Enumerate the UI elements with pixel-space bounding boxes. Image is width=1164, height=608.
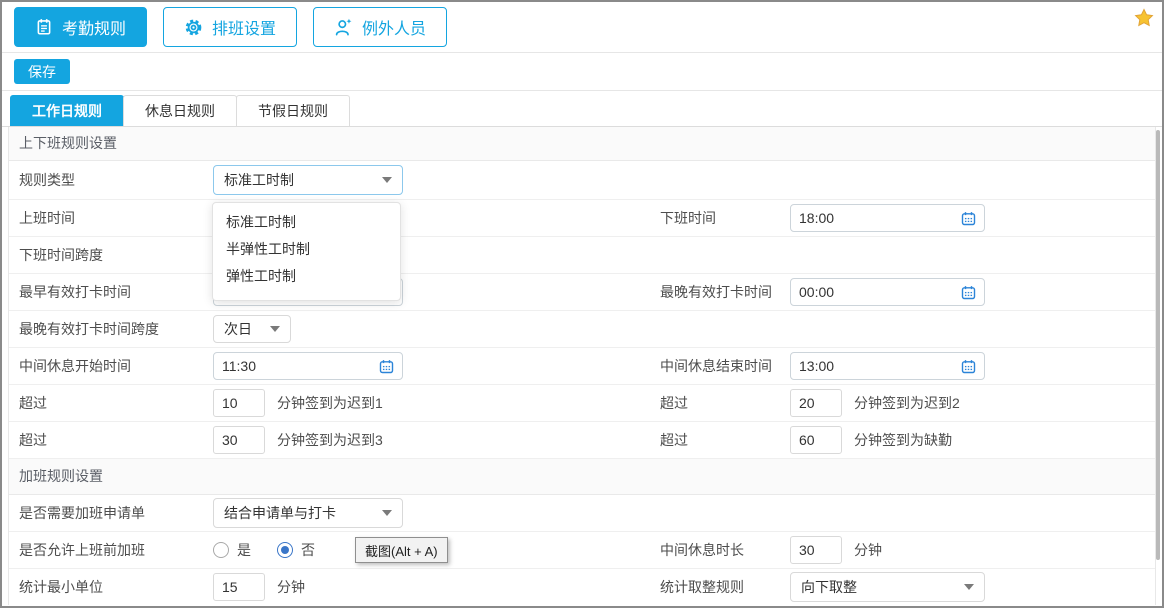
late3-minutes-input[interactable] [213,426,265,454]
break-duration-input[interactable] [790,536,842,564]
break-end-time-input[interactable]: 13:00 [790,352,985,380]
row-work-time: 上班时间 下班时间 18:00 [9,200,1155,237]
field-suffix: 分钟签到为缺勤 [854,430,952,450]
late2-minutes-input[interactable] [790,389,842,417]
row-statistics: 统计最小单位 分钟 统计取整规则 向下取整 [9,569,1155,605]
field-label: 下班时间 [660,208,790,228]
latest-checkin-time-input[interactable]: 00:00 [790,278,985,306]
rounding-rule-value: 向下取整 [801,577,857,597]
row-late-3-absent: 超过 分钟签到为迟到3 超过 分钟签到为缺勤 [9,422,1155,459]
nav-exception-people-button[interactable]: 例外人员 [313,7,447,47]
field-label: 超过 [660,393,790,413]
field-suffix: 分钟 [854,540,882,560]
field-label: 超过 [660,430,790,450]
section-header-overtime-rules: 加班规则设置 [9,459,1155,495]
field-label: 下班时间跨度 [19,245,213,265]
field-label: 最晚有效打卡时间 [660,282,790,302]
calendar-icon[interactable] [379,359,394,374]
save-button[interactable]: 保存 [14,59,70,84]
tab-restday-rules[interactable]: 休息日规则 [123,95,237,126]
field-suffix: 分钟 [277,577,305,597]
time-value: 00:00 [799,284,834,300]
row-work-end-span: 下班时间跨度 [9,237,1155,274]
action-bar: 保存 [2,53,1162,91]
field-label: 统计取整规则 [660,577,790,597]
rounding-rule-select[interactable]: 向下取整 [790,572,985,602]
overtime-form-select[interactable]: 结合申请单与打卡 [213,498,403,528]
chevron-down-icon [270,326,280,332]
field-label: 上班时间 [19,208,213,228]
radio-icon-checked[interactable] [277,542,293,558]
row-valid-checkin-time: 最早有效打卡时间 00:00 最晚有效打卡时间 [9,274,1155,311]
min-unit-input[interactable] [213,573,265,601]
work-end-time-input[interactable]: 18:00 [790,204,985,232]
nav-button-label: 考勤规则 [62,15,126,39]
screenshot-hotkey-tooltip: 截图(Alt + A) [355,537,448,563]
nav-button-label: 例外人员 [362,15,426,39]
app-window: 考勤规则 排班设置 例外人员 [0,0,1164,608]
row-late-1-2: 超过 分钟签到为迟到1 超过 分钟签到为迟到2 [9,385,1155,422]
field-suffix: 分钟签到为迟到3 [277,430,383,450]
row-rule-type: 规则类型 标准工时制 [9,161,1155,200]
row-break-time: 中间休息开始时间 11:30 中间休息结束时间 [9,348,1155,385]
radio-icon[interactable] [213,542,229,558]
row-overtime-form: 是否需要加班申请单 结合申请单与打卡 [9,495,1155,532]
chevron-down-icon [382,510,392,516]
gear-icon [184,18,203,37]
field-label: 统计最小单位 [19,577,213,597]
person-icon [334,18,353,37]
rule-type-selected-value: 标准工时制 [224,170,294,190]
break-start-time-input[interactable]: 11:30 [213,352,403,380]
clipboard-icon [35,18,53,36]
calendar-icon[interactable] [961,211,976,226]
dropdown-option-standard[interactable]: 标准工时制 [213,209,400,236]
chevron-down-icon [382,177,392,183]
field-label: 是否需要加班申请单 [19,503,213,523]
nav-button-label: 排班设置 [212,15,276,39]
radio-label: 是 [237,540,251,560]
field-label: 最早有效打卡时间 [19,282,213,302]
radio-option-no[interactable]: 否 [277,540,315,560]
chevron-down-icon [964,584,974,590]
nav-schedule-settings-button[interactable]: 排班设置 [163,7,297,47]
latest-checkin-span-select[interactable]: 次日 [213,315,291,343]
section-header-shift-rules: 上下班规则设置 [9,127,1155,161]
radio-option-yes[interactable]: 是 [213,540,251,560]
field-label: 超过 [19,393,213,413]
field-label: 中间休息时长 [660,540,790,560]
rule-type-select[interactable]: 标准工时制 [213,165,403,195]
dropdown-option-flexible[interactable]: 弹性工时制 [213,263,400,290]
latest-checkin-span-value: 次日 [224,319,252,339]
field-label: 中间休息开始时间 [19,356,213,376]
row-latest-checkin-span: 最晚有效打卡时间跨度 次日 [9,311,1155,348]
late1-minutes-input[interactable] [213,389,265,417]
field-label: 超过 [19,430,213,450]
tab-workday-rules[interactable]: 工作日规则 [10,95,124,126]
top-toolbar: 考勤规则 排班设置 例外人员 [2,2,1162,53]
tab-holiday-rules[interactable]: 节假日规则 [236,95,350,126]
nav-attendance-rules-button[interactable]: 考勤规则 [14,7,147,47]
field-suffix: 分钟签到为迟到2 [854,393,960,413]
absent-minutes-input[interactable] [790,426,842,454]
field-suffix: 分钟签到为迟到1 [277,393,383,413]
time-value: 11:30 [222,358,256,374]
favorite-star-icon[interactable] [1134,8,1154,28]
field-label: 中间休息结束时间 [660,356,790,376]
row-pre-work-overtime: 是否允许上班前加班 是 否 截图(Alt + A) 中间休息时长 分钟 [9,532,1155,569]
calendar-icon[interactable] [961,359,976,374]
radio-label: 否 [301,540,315,560]
dropdown-option-semi-flexible[interactable]: 半弹性工时制 [213,236,400,263]
calendar-icon[interactable] [961,285,976,300]
vertical-scrollbar-thumb[interactable] [1156,130,1160,560]
rule-type-dropdown-panel: 标准工时制 半弹性工时制 弹性工时制 [212,202,401,301]
time-value: 18:00 [799,210,834,226]
workday-rules-form: 上下班规则设置 规则类型 标准工时制 上班时间 下班时间 18:00 [8,127,1156,605]
field-label: 是否允许上班前加班 [19,540,213,560]
field-label: 最晚有效打卡时间跨度 [19,319,213,339]
time-value: 13:00 [799,358,834,374]
field-label: 规则类型 [19,170,213,190]
rule-tabs: 工作日规则 休息日规则 节假日规则 [2,91,1162,127]
overtime-form-value: 结合申请单与打卡 [224,503,336,523]
